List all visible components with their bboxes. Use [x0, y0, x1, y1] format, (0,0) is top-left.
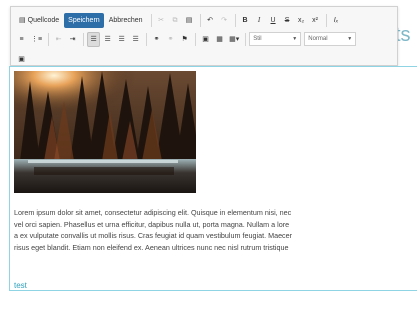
bold-button[interactable]: B: [239, 13, 252, 28]
document-icon: ▤: [19, 16, 26, 24]
bulleted-list-icon: ⋮≡: [31, 35, 43, 43]
anchor-button[interactable]: ⚑: [178, 32, 191, 47]
undo-icon: ↶: [207, 16, 213, 24]
chevron-down-icon: ▼: [292, 36, 298, 42]
paragraph-line: Lorem ipsum dolor sit amet, consectetur …: [14, 208, 292, 217]
align-center-button[interactable]: ☰: [101, 32, 114, 47]
superscript-button[interactable]: x²: [309, 13, 322, 28]
toolbar-row-3: ▣: [15, 51, 393, 67]
media-button[interactable]: ▦▾: [227, 32, 241, 47]
unlink-icon: ⚭: [167, 35, 174, 43]
bold-icon: B: [242, 16, 248, 24]
superscript-icon: x²: [312, 16, 318, 24]
numbered-list-button[interactable]: ≡: [15, 32, 28, 47]
redo-button[interactable]: ↷: [218, 13, 231, 28]
paragraph-line: a ex vulputate convallis ut mollis risus…: [14, 231, 293, 240]
styles-select[interactable]: Stil ▼: [249, 32, 302, 46]
toolbar-separator: [48, 32, 50, 46]
paragraph-line: vel orci sapien. Phasellus et urna effic…: [14, 219, 290, 229]
maximize-icon: ▣: [18, 55, 25, 63]
numbered-list-icon: ≡: [19, 35, 24, 43]
copy-icon: ⧉: [172, 16, 178, 24]
underline-button[interactable]: U: [267, 13, 280, 28]
save-button[interactable]: Speichern: [64, 12, 104, 28]
format-select-value: Normal: [308, 36, 328, 42]
toolbar-separator: [150, 13, 152, 27]
indent-button[interactable]: ⇥: [66, 32, 79, 47]
subscript-button[interactable]: x₂: [295, 13, 308, 28]
maximize-button[interactable]: ▣: [15, 52, 28, 67]
bulleted-list-button[interactable]: ⋮≡: [29, 32, 44, 47]
remove-format-icon: Iₓ: [333, 16, 339, 24]
align-center-icon: ☰: [104, 35, 111, 43]
format-select[interactable]: Normal ▼: [304, 32, 357, 46]
image-button[interactable]: ▣: [199, 32, 212, 47]
subscript-icon: x₂: [297, 16, 305, 24]
justify-button[interactable]: ☰: [129, 32, 142, 47]
table-icon: ▦: [216, 35, 223, 43]
forest-lake-photo: [14, 71, 196, 193]
chevron-down-icon: ▼: [347, 36, 353, 42]
source-label: Quellcode: [27, 16, 60, 24]
media-icon: ▦▾: [229, 35, 240, 43]
scissors-icon: ✂: [158, 16, 164, 24]
toolbar-separator: [245, 32, 247, 46]
table-button[interactable]: ▦: [213, 32, 226, 47]
toolbar-separator: [83, 32, 85, 46]
strikethrough-button[interactable]: S: [281, 13, 294, 28]
toolbar-separator: [195, 32, 197, 46]
italic-icon: I: [257, 15, 261, 24]
italic-button[interactable]: I: [253, 13, 266, 28]
toolbar-separator: [234, 13, 236, 27]
link-button[interactable]: ⚭: [150, 32, 163, 47]
content-paragraph[interactable]: Lorem ipsum dolor sit amet, consectetur …: [14, 207, 417, 253]
redo-icon: ↷: [221, 16, 227, 24]
toolbar-separator: [146, 32, 148, 46]
content-image[interactable]: [14, 71, 196, 193]
source-button[interactable]: ▤ Quellcode: [15, 13, 63, 28]
outdent-icon: ⇤: [55, 35, 62, 43]
paragraph-line: risus eget blandit. Etiam non eleifend e…: [14, 242, 289, 252]
cancel-button[interactable]: Abbrechen: [105, 13, 147, 28]
toolbar-separator: [199, 13, 201, 27]
unlink-button[interactable]: ⚭: [164, 32, 177, 47]
undo-button[interactable]: ↶: [204, 13, 217, 28]
copy-button[interactable]: ⧉: [169, 13, 182, 28]
justify-icon: ☰: [132, 35, 139, 43]
paste-button[interactable]: ▤: [183, 13, 196, 28]
align-left-button[interactable]: ☰: [87, 31, 101, 47]
align-right-button[interactable]: ☰: [115, 32, 128, 47]
toolbar-row-1: ▤ Quellcode Speichern Abbrechen ✂ ⧉ ▤ ↶ …: [15, 12, 393, 28]
content-link-text[interactable]: test: [14, 281, 27, 290]
flag-icon: ⚑: [181, 35, 188, 43]
align-right-icon: ☰: [118, 35, 125, 43]
cut-button[interactable]: ✂: [155, 13, 168, 28]
link-icon: ⚭: [153, 35, 160, 43]
clipboard-icon: ▤: [185, 16, 193, 24]
styles-select-value: Stil: [253, 36, 262, 42]
toolbar-separator: [325, 13, 327, 27]
remove-format-button[interactable]: Iₓ: [330, 13, 343, 28]
strikethrough-icon: S: [284, 16, 290, 24]
align-left-icon: ☰: [90, 35, 97, 43]
underline-icon: U: [270, 16, 276, 24]
editor-toolbar: ▤ Quellcode Speichern Abbrechen ✂ ⧉ ▤ ↶ …: [10, 6, 398, 66]
toolbar-row-2: ≡ ⋮≡ ⇤ ⇥ ☰ ☰ ☰ ☰ ⚭ ⚭ ⚑ ▣ ▦ ▦▾ Stil ▼ Nor…: [15, 31, 393, 47]
outdent-button[interactable]: ⇤: [52, 32, 65, 47]
indent-icon: ⇥: [69, 35, 76, 43]
image-icon: ▣: [202, 35, 209, 43]
